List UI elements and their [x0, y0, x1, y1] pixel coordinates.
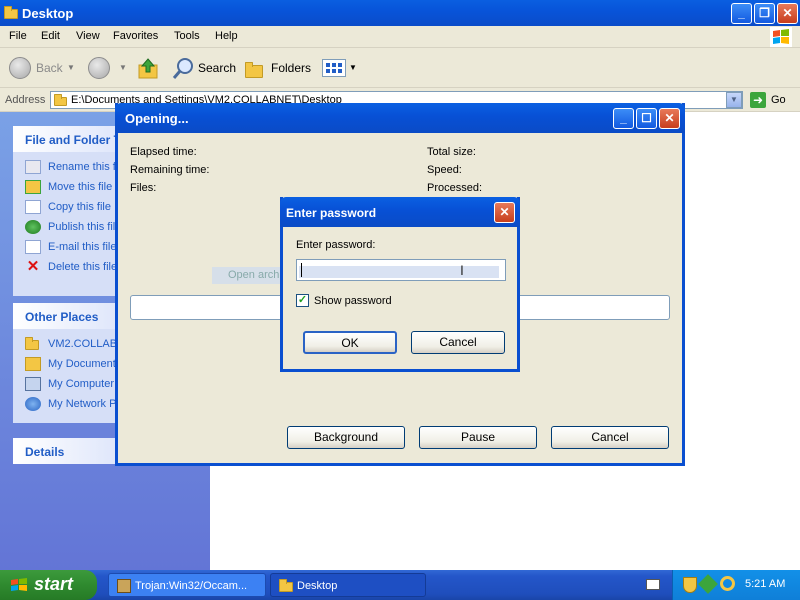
- maximize-button[interactable]: ❐: [754, 3, 775, 24]
- taskbar-item-desktop[interactable]: Desktop: [270, 573, 426, 597]
- show-password-checkbox[interactable]: ✓: [296, 294, 309, 307]
- network-icon: [25, 397, 41, 411]
- back-dropdown-icon[interactable]: ▼: [67, 56, 75, 80]
- documents-icon: [25, 357, 41, 371]
- shield-icon[interactable]: [683, 577, 697, 593]
- forward-arrow-icon[interactable]: [88, 57, 110, 79]
- close-button[interactable]: ✕: [777, 3, 798, 24]
- address-dropdown-icon[interactable]: ▼: [726, 92, 742, 108]
- address-label: Address: [5, 94, 46, 106]
- folder-icon: [279, 579, 293, 592]
- menu-tools[interactable]: Tools: [174, 30, 200, 42]
- password-cancel-button[interactable]: Cancel: [411, 331, 505, 354]
- network-tray-icon[interactable]: [698, 574, 718, 594]
- password-dialog: Enter password ✕ Enter password: I ✓ Sho…: [280, 197, 520, 372]
- close-button[interactable]: ✕: [659, 108, 680, 129]
- menu-edit[interactable]: Edit: [41, 30, 60, 42]
- elapsed-time-label: Elapsed time:: [130, 146, 197, 158]
- delete-x-icon: ✕: [26, 258, 40, 275]
- computer-icon: [25, 377, 41, 391]
- selection-highlight: [299, 266, 499, 278]
- speed-label: Speed:: [427, 164, 462, 176]
- keyboard-icon[interactable]: [646, 579, 660, 590]
- windows-flag-icon: [10, 577, 28, 593]
- back-arrow-icon[interactable]: [9, 57, 31, 79]
- menu-bar: File Edit View Favorites Tools Help: [0, 26, 800, 48]
- cancel-button[interactable]: Cancel: [551, 426, 669, 449]
- ibeam-cursor-icon: I: [460, 262, 464, 278]
- clock[interactable]: 5:21 AM: [745, 578, 785, 590]
- opening-titlebar[interactable]: Opening... _ ☐ ✕: [115, 103, 685, 133]
- ok-button[interactable]: OK: [303, 331, 397, 354]
- folder-icon: [54, 94, 67, 106]
- minimize-button[interactable]: _: [613, 108, 634, 129]
- folders-icon[interactable]: [245, 62, 263, 78]
- windows-logo-icon: [770, 27, 792, 47]
- search-tray-icon[interactable]: [720, 576, 735, 591]
- background-button[interactable]: Background: [287, 426, 405, 449]
- pause-button[interactable]: Pause: [419, 426, 537, 449]
- remaining-time-label: Remaining time:: [130, 164, 210, 176]
- password-title: Enter password: [286, 206, 377, 220]
- folder-icon: [25, 337, 39, 350]
- menu-help[interactable]: Help: [215, 30, 238, 42]
- folders-button[interactable]: Folders: [271, 56, 311, 80]
- up-folder-icon[interactable]: [137, 56, 159, 80]
- system-tray: 5:21 AM: [672, 570, 800, 600]
- back-button[interactable]: Back: [36, 56, 63, 80]
- minimize-button[interactable]: _: [731, 3, 752, 24]
- show-password-label[interactable]: Show password: [314, 295, 392, 307]
- text-caret: [301, 263, 302, 277]
- close-button[interactable]: ✕: [494, 202, 515, 223]
- processed-label: Processed:: [427, 182, 483, 194]
- views-icon[interactable]: [322, 59, 346, 77]
- password-prompt: Enter password:: [296, 239, 376, 251]
- password-titlebar[interactable]: Enter password ✕: [280, 197, 520, 227]
- forward-dropdown-icon[interactable]: ▼: [119, 56, 127, 80]
- total-size-label: Total size:: [427, 146, 476, 158]
- globe-icon: [25, 220, 41, 234]
- explorer-title: Desktop: [22, 6, 74, 21]
- email-icon: [25, 240, 41, 254]
- rename-icon: [25, 160, 41, 174]
- move-icon: [25, 180, 41, 194]
- files-label: Files:: [130, 182, 157, 194]
- folder-icon: [4, 6, 18, 19]
- search-icon[interactable]: [172, 56, 196, 80]
- views-dropdown-icon[interactable]: ▼: [349, 56, 357, 80]
- password-input[interactable]: I: [296, 259, 506, 281]
- taskbar-item-trojan[interactable]: Trojan:Win32/Occam...: [108, 573, 266, 597]
- start-button[interactable]: start: [0, 570, 97, 600]
- toolbar: Back ▼ ▼ Search Folders ▼: [0, 48, 800, 88]
- start-label: start: [34, 574, 74, 594]
- go-arrow-icon[interactable]: ➜: [750, 92, 766, 108]
- search-button[interactable]: Search: [198, 56, 236, 80]
- go-button[interactable]: Go: [771, 94, 786, 106]
- maximize-button[interactable]: ☐: [636, 108, 657, 129]
- menu-file[interactable]: File: [9, 30, 27, 42]
- app-icon: [117, 579, 131, 593]
- explorer-titlebar[interactable]: Desktop _ ❐ ✕: [0, 0, 800, 26]
- menu-favorites[interactable]: Favorites: [113, 30, 158, 42]
- copy-icon: [25, 200, 41, 214]
- opening-title: Opening...: [125, 111, 189, 126]
- menu-view[interactable]: View: [76, 30, 100, 42]
- taskbar: start Trojan:Win32/Occam... Desktop 5:21…: [0, 570, 800, 600]
